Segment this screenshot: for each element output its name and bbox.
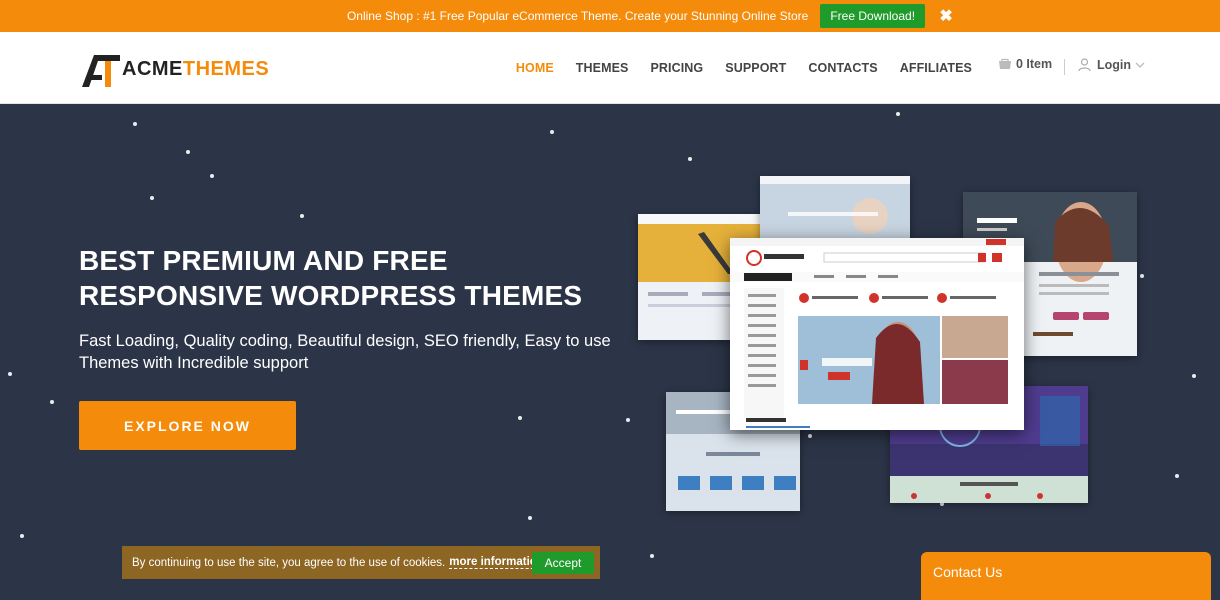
cookie-bar: By continuing to use the site, you agree…: [122, 546, 600, 579]
promo-text: Online Shop : #1 Free Popular eCommerce …: [346, 9, 809, 23]
star: [808, 434, 812, 438]
star: [150, 196, 154, 200]
site-header: ACMETHEMES HOME THEMES PRICING SUPPORT C…: [0, 32, 1220, 104]
nav-affiliates[interactable]: AFFILIATES: [900, 61, 972, 75]
nav-pricing[interactable]: PRICING: [650, 61, 703, 75]
nav-support[interactable]: SUPPORT: [725, 61, 786, 75]
nav-contacts[interactable]: CONTACTS: [808, 61, 877, 75]
star: [528, 516, 532, 520]
close-icon[interactable]: ✖: [939, 6, 953, 26]
login-menu[interactable]: Login: [1078, 58, 1145, 72]
theme-preview-main: [730, 238, 1024, 430]
star: [300, 214, 304, 218]
star: [20, 534, 24, 538]
hero-title: BEST PREMIUM AND FREE RESPONSIVE WORDPRE…: [79, 245, 583, 311]
chevron-down-icon: [1135, 62, 1145, 68]
login-label: Login: [1097, 58, 1132, 72]
cart[interactable]: 0 Item: [998, 57, 1052, 71]
star: [650, 554, 654, 558]
star: [50, 400, 54, 404]
star: [210, 174, 214, 178]
star: [626, 418, 630, 422]
cart-label: 0 Item: [1016, 57, 1053, 71]
star: [550, 130, 554, 134]
explore-now-button[interactable]: EXPLORE NOW: [79, 401, 296, 450]
star: [8, 372, 12, 376]
free-download-button[interactable]: Free Download!: [820, 4, 926, 28]
main-nav: HOME THEMES PRICING SUPPORT CONTACTS AFF…: [494, 32, 972, 104]
star: [133, 122, 137, 126]
logo[interactable]: ACMETHEMES: [82, 50, 269, 88]
contact-us-button[interactable]: Contact Us: [921, 552, 1211, 600]
more-information-link[interactable]: more information: [449, 556, 544, 569]
nav-home[interactable]: HOME: [516, 61, 554, 75]
logo-text: ACMETHEMES: [122, 57, 270, 80]
promo-bar: Online Shop : #1 Free Popular eCommerce …: [0, 0, 1220, 32]
cart-icon: [999, 58, 1011, 69]
star: [688, 157, 692, 161]
star: [1140, 274, 1144, 278]
divider: [1064, 59, 1065, 75]
user-icon: [1078, 58, 1091, 72]
star: [1175, 474, 1179, 478]
star: [518, 416, 522, 420]
nav-themes[interactable]: THEMES: [576, 61, 629, 75]
star: [896, 112, 900, 116]
star: [186, 150, 190, 154]
accept-button[interactable]: Accept: [532, 552, 594, 574]
hero-section: BEST PREMIUM AND FREE RESPONSIVE WORDPRE…: [0, 104, 1220, 600]
logo-mark-icon: [82, 55, 120, 87]
cookie-text: By continuing to use the site, you agree…: [132, 556, 446, 569]
star: [1192, 374, 1196, 378]
hero-subtitle: Fast Loading, Quality coding, Beautiful …: [79, 332, 611, 372]
